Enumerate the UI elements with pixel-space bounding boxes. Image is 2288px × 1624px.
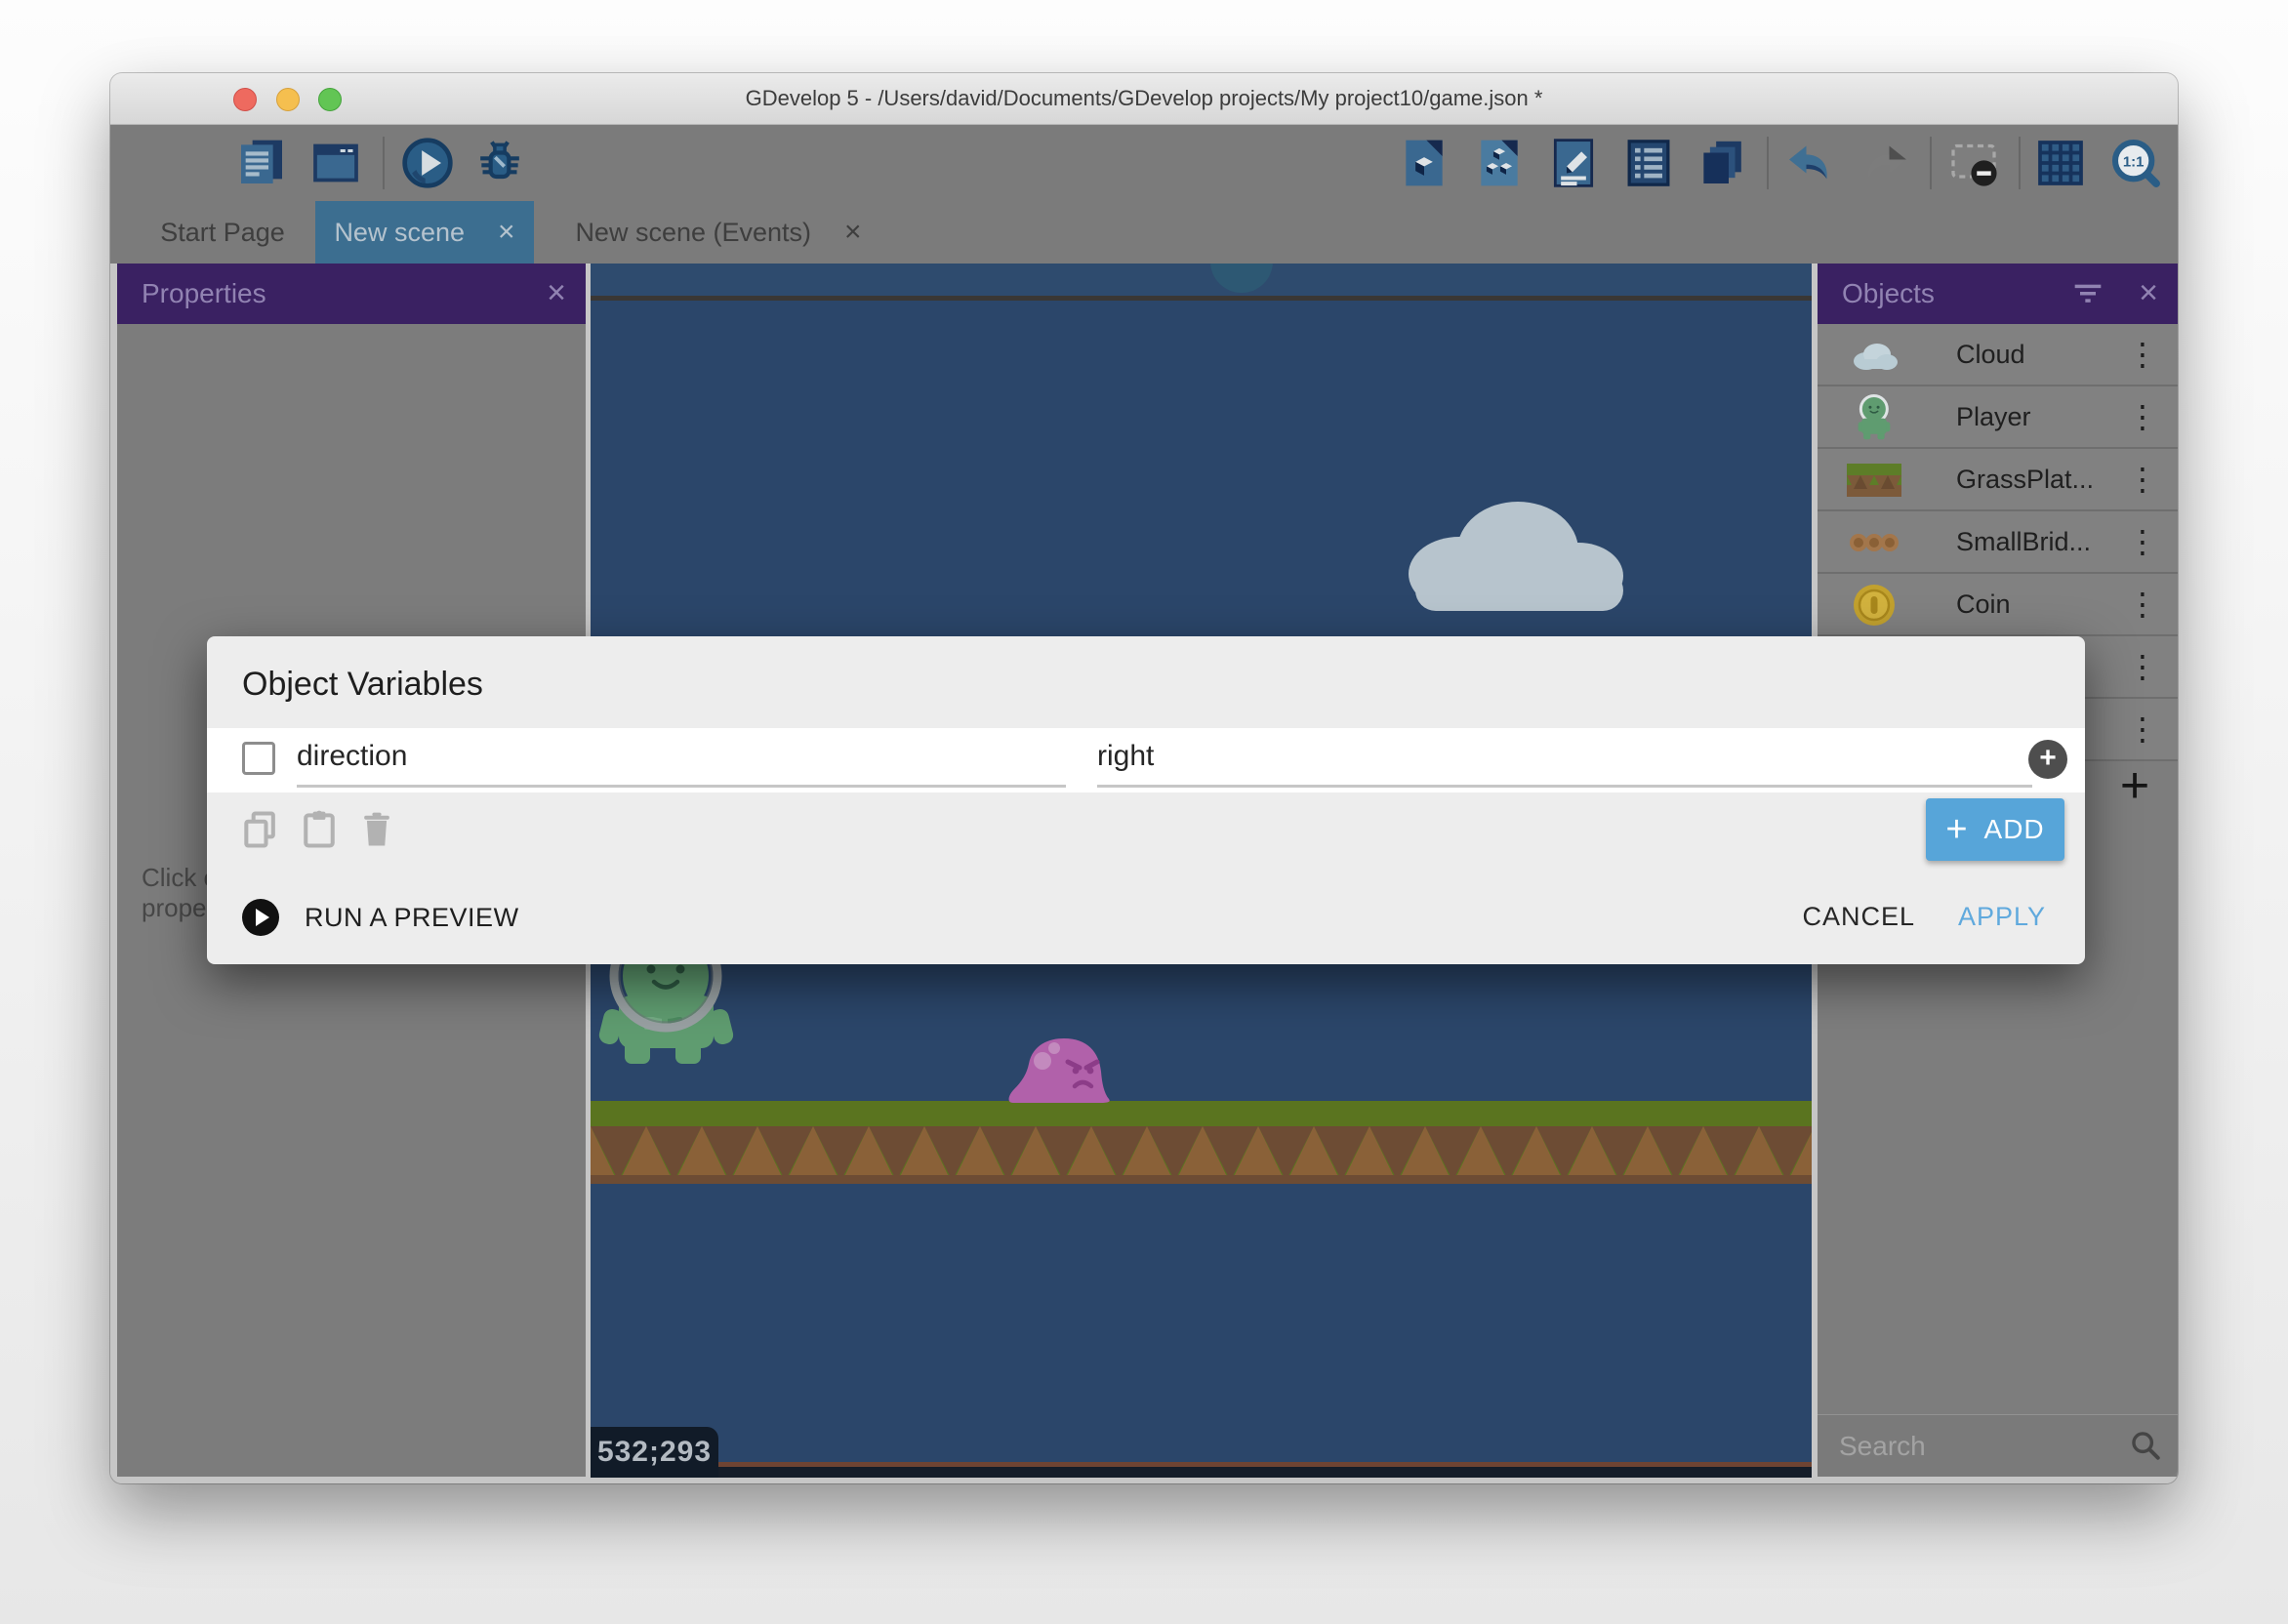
add-variable-label: ADD: [1984, 814, 2045, 845]
slime-enemy-instance[interactable]: [1003, 1035, 1121, 1105]
add-variable-button[interactable]: + ADD: [1926, 798, 2064, 861]
object-label: Cloud: [1956, 324, 2025, 385]
tab-new-scene[interactable]: New scene ×: [315, 201, 534, 264]
scene-sky-outside: [591, 264, 1812, 296]
object-menu-icon[interactable]: ⋮: [2127, 511, 2158, 572]
edit-object-groups-icon[interactable]: [1471, 135, 1528, 191]
grass-platform-thumbnail-icon: [1837, 453, 1911, 508]
object-menu-icon[interactable]: ⋮: [2127, 636, 2158, 697]
apply-button[interactable]: APPLY: [1958, 902, 2046, 932]
toggle-grid-icon[interactable]: [2032, 135, 2089, 191]
paste-icon[interactable]: [298, 808, 341, 851]
player-thumbnail-icon: [1837, 390, 1911, 445]
grass-platform-instance[interactable]: [591, 1101, 1812, 1184]
object-variables-dialog: Object Variables + + ADD RUN A PREVIEW C…: [207, 636, 2085, 964]
game-window-border: [591, 296, 1812, 301]
redo-icon[interactable]: [1858, 135, 1914, 191]
edit-objects-icon[interactable]: [1396, 135, 1452, 191]
object-label: SmallBrid...: [1956, 511, 2091, 572]
play-icon: [242, 899, 279, 936]
zoom-original-icon[interactable]: 1:1: [2107, 135, 2164, 191]
properties-panel-header: Properties ×: [117, 264, 586, 324]
close-panel-icon[interactable]: ×: [2139, 264, 2158, 324]
toolbar-divider: [1930, 137, 1932, 189]
undo-icon[interactable]: [1781, 135, 1838, 191]
add-object-button[interactable]: +: [2110, 763, 2159, 812]
object-menu-icon[interactable]: ⋮: [2127, 574, 2158, 634]
cancel-button[interactable]: CANCEL: [1802, 902, 1915, 932]
run-preview-icon[interactable]: [399, 135, 456, 191]
tab-label: Start Page: [160, 218, 285, 248]
cloud-instance[interactable]: [1371, 476, 1635, 618]
project-manager-icon[interactable]: [233, 135, 290, 191]
variable-checkbox[interactable]: [242, 742, 275, 775]
open-layers-icon[interactable]: [1694, 135, 1750, 191]
coin-thumbnail-icon: [1837, 578, 1911, 632]
tab-start-page[interactable]: Start Page: [130, 201, 315, 264]
close-panel-icon[interactable]: ×: [547, 264, 566, 324]
run-preview-button[interactable]: RUN A PREVIEW: [242, 890, 519, 945]
open-scene-window-icon[interactable]: [307, 135, 364, 191]
object-row-grassplatform[interactable]: GrassPlat... ⋮: [1818, 449, 2178, 511]
toolbar-divider: [383, 137, 385, 189]
object-row-player[interactable]: Player ⋮: [1818, 386, 2178, 449]
debug-icon[interactable]: [471, 135, 528, 191]
zoom-ratio-label: 1:1: [2123, 153, 2145, 170]
search-icon: [2129, 1429, 2162, 1462]
filter-icon[interactable]: [2072, 279, 2104, 308]
object-menu-icon[interactable]: ⋮: [2127, 699, 2158, 759]
cursor-coordinates-badge: 532;293: [591, 1427, 718, 1478]
variable-row: +: [207, 728, 2085, 792]
edit-properties-icon[interactable]: [1545, 135, 1602, 191]
toolbar-divider: [2019, 137, 2021, 189]
dialog-title: Object Variables: [242, 666, 483, 704]
object-row-smallbridge[interactable]: SmallBrid... ⋮: [1818, 511, 2178, 574]
object-label: Player: [1956, 386, 2031, 447]
toolbar: 1:1: [110, 125, 2178, 201]
object-menu-icon[interactable]: ⋮: [2127, 324, 2158, 385]
scene-bottom-border: [591, 1467, 1812, 1478]
copy-icon[interactable]: [239, 808, 282, 851]
objects-panel-title: Objects: [1842, 264, 1935, 324]
close-tab-icon[interactable]: ×: [498, 218, 515, 247]
toolbar-divider: [1767, 137, 1769, 189]
object-row-coin[interactable]: Coin ⋮: [1818, 574, 2178, 636]
tab-label: New scene (Events): [575, 218, 811, 248]
titlebar: GDevelop 5 - /Users/david/Documents/GDev…: [110, 73, 2178, 125]
small-bridge-thumbnail-icon: [1837, 515, 1911, 570]
close-tab-icon[interactable]: ×: [844, 218, 862, 247]
open-instances-list-icon[interactable]: [1620, 135, 1677, 191]
tab-label: New scene: [334, 218, 465, 248]
objects-panel-header: Objects ×: [1818, 264, 2178, 324]
delete-instances-icon[interactable]: [1945, 135, 2002, 191]
tab-new-scene-events[interactable]: New scene (Events) ×: [553, 201, 883, 264]
window-title: GDevelop 5 - /Users/david/Documents/GDev…: [110, 73, 2178, 124]
object-menu-icon[interactable]: ⋮: [2127, 386, 2158, 447]
objects-search-bar: [1818, 1414, 2178, 1477]
object-label: GrassPlat...: [1956, 449, 2094, 509]
objects-search-input[interactable]: [1837, 1423, 2114, 1470]
variable-value-input[interactable]: [1097, 728, 2032, 788]
object-label: Coin: [1956, 574, 2011, 634]
add-child-variable-button[interactable]: +: [2028, 740, 2067, 779]
run-preview-label: RUN A PREVIEW: [305, 903, 519, 933]
tab-bar: Start Page New scene × New scene (Events…: [110, 201, 2178, 264]
delete-icon[interactable]: [355, 808, 398, 851]
plus-icon: +: [1945, 811, 1968, 848]
object-row-cloud[interactable]: Cloud ⋮: [1818, 324, 2178, 386]
cloud-thumbnail-icon: [1837, 328, 1911, 383]
variable-name-input[interactable]: [297, 728, 1066, 788]
object-menu-icon[interactable]: ⋮: [2127, 449, 2158, 509]
properties-panel-title: Properties: [142, 264, 266, 324]
